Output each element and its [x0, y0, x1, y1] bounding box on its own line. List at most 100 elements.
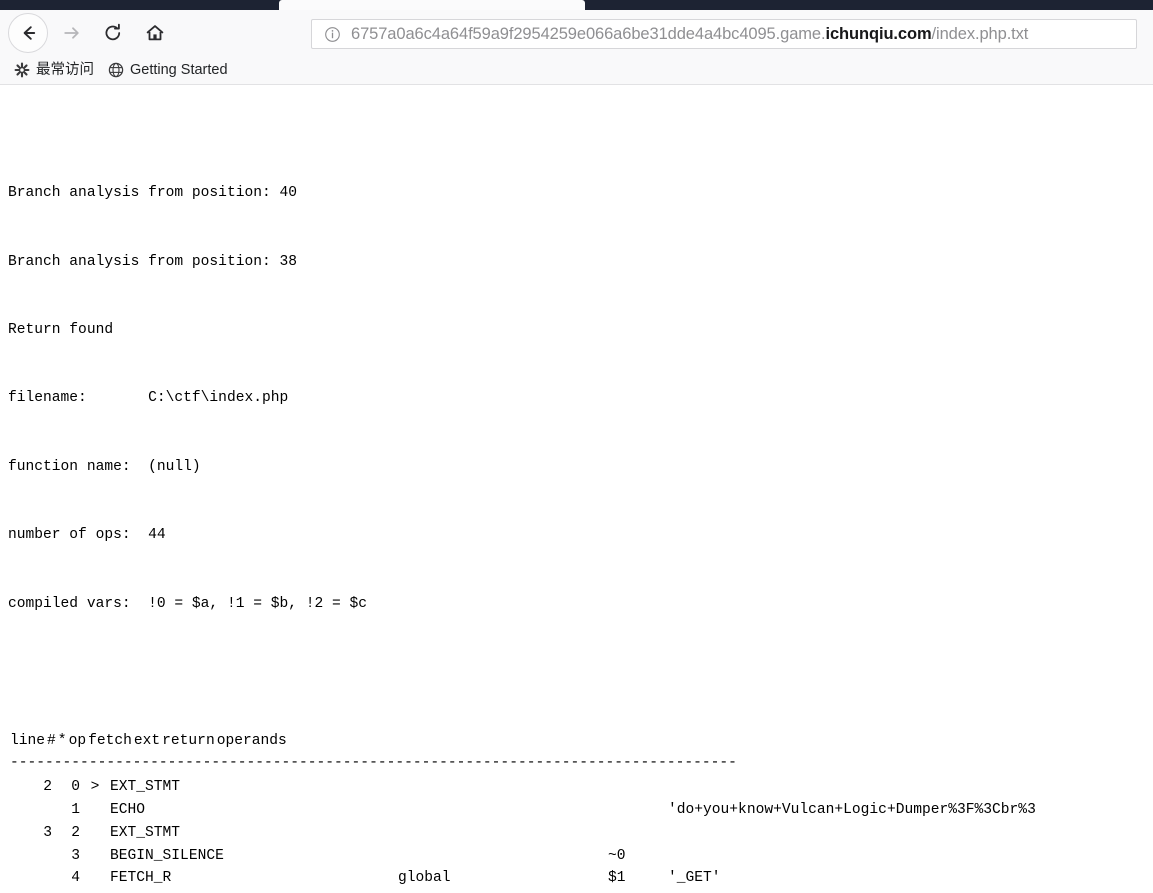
opcode-fetch [398, 776, 568, 799]
opcode-return [608, 799, 668, 822]
opcode-fetch [398, 845, 568, 868]
opcode-marker [80, 799, 110, 822]
opcode-table-header: line # * op fetch ext return operands [8, 729, 288, 754]
opcode-return: ~0 [608, 847, 626, 864]
column-header-op: op [68, 733, 87, 750]
opcode-line [8, 799, 52, 822]
info-circle-icon[interactable] [324, 26, 341, 43]
opcode-marker [80, 822, 110, 845]
table-header-block: line # * op fetch ext return operands --… [8, 729, 1153, 772]
header-line: function name: (null) [8, 458, 201, 475]
opcode-index: 4 [71, 870, 80, 887]
opcode-name: ECHO [110, 801, 146, 818]
back-arrow-icon [17, 22, 39, 44]
opcode-ext [568, 867, 608, 890]
column-header-num: # [47, 733, 56, 750]
opcode-operands [668, 845, 1148, 868]
header-line: compiled vars: !0 = $a, !1 = $b, !2 = $c [8, 595, 368, 612]
opcode-fetch [398, 822, 568, 845]
opcode-line: 2 [43, 779, 52, 796]
opcode-return: $1 [608, 870, 626, 887]
column-header-operands: operands [216, 733, 287, 750]
header-line: Return found [8, 321, 114, 338]
opcode-index: 3 [71, 847, 80, 864]
column-header-return: return [162, 733, 215, 750]
column-header-line: line [10, 733, 46, 750]
opcode-ext [568, 822, 608, 845]
opcode-line [8, 890, 52, 892]
dump-header: Branch analysis from position: 40 Branch… [8, 137, 1153, 661]
opcode-return [608, 776, 668, 799]
opcode-index: 1 [71, 801, 80, 818]
opcode-name: EXT_STMT [110, 824, 181, 841]
opcode-marker [80, 845, 110, 868]
url-path: /index.php.txt [931, 24, 1029, 43]
opcode-name: FETCH_DIM_R [110, 890, 398, 892]
bookmark-label: 最常访问 [36, 61, 94, 78]
url-prefix: 6757a0a6c4a64f59a9f2954259e066a6be31dde4… [351, 24, 826, 43]
opcode-table: 2 0 > EXT_STMT 1 ECHO 'do+you+know+Vulcan+Logi… [8, 776, 1148, 892]
table-header-row: line # * op fetch ext return operands [8, 729, 288, 754]
column-header-ext: ext [133, 733, 161, 750]
opcode-index: 0 [71, 779, 80, 796]
opcode-ext [568, 845, 608, 868]
vld-dump-output: Branch analysis from position: 40 Branch… [0, 85, 1153, 892]
forward-button[interactable] [52, 14, 90, 52]
opcode-name: BEGIN_SILENCE [110, 847, 224, 864]
header-line: filename: C:\ctf\index.php [8, 390, 289, 407]
opcode-fetch: global [398, 870, 451, 887]
opcode-index: 2 [71, 824, 80, 841]
column-header-star: * [57, 733, 67, 750]
opcode-name: FETCH_R [110, 870, 172, 887]
opcode-return [608, 822, 668, 845]
opcode-operands: 'do+you+know+Vulcan+Logic+Dumper%3F%3Cbr… [668, 801, 1036, 818]
header-line: Branch analysis from position: 40 [8, 185, 298, 202]
opcode-operands [668, 822, 1148, 845]
reload-icon [102, 22, 124, 44]
bookmark-most-visited[interactable]: 最常访问 [14, 62, 94, 78]
bookmark-label: Getting Started [130, 61, 228, 78]
table-row: 4 FETCH_R global $1 '_GET' [8, 867, 1148, 890]
table-row: 3 2 EXT_STMT [8, 822, 1148, 845]
table-row: 2 0 > EXT_STMT [8, 776, 1148, 799]
opcode-fetch [398, 890, 568, 892]
opcode-operands [668, 776, 1148, 799]
header-line: number of ops: 44 [8, 527, 166, 544]
column-header-fetch: fetch [88, 733, 132, 750]
table-row: 1 ECHO 'do+you+know+Vulcan+Logic+Dumper%3F… [8, 799, 1148, 822]
home-button[interactable] [136, 14, 174, 52]
opcode-operands: $1, 'flag1' [668, 890, 1148, 892]
table-row: 3 BEGIN_SILENCE ~0 [8, 845, 1148, 868]
bookmarks-bar: 最常访问 Getting Started [0, 56, 1153, 85]
gear-icon [14, 62, 30, 78]
opcode-operands: '_GET' [668, 870, 721, 887]
opcode-index: 5 [52, 890, 80, 892]
browser-chrome: 6757a0a6c4a64f59a9f2954259e066a6be31dde4… [0, 0, 1153, 85]
reload-button[interactable] [94, 14, 132, 52]
home-icon [144, 22, 166, 44]
globe-icon [108, 62, 124, 78]
opcode-ext [568, 890, 608, 892]
table-rule: ----------------------------------------… [10, 755, 737, 772]
url-text: 6757a0a6c4a64f59a9f2954259e066a6be31dde4… [351, 25, 1028, 44]
opcode-fetch [398, 799, 568, 822]
opcode-marker: > [90, 779, 100, 796]
opcode-name: EXT_STMT [110, 779, 181, 796]
bookmark-getting-started[interactable]: Getting Started [108, 62, 228, 78]
back-button[interactable] [8, 13, 48, 53]
forward-arrow-icon [60, 22, 82, 44]
url-bar[interactable]: 6757a0a6c4a64f59a9f2954259e066a6be31dde4… [311, 19, 1137, 49]
opcode-marker [80, 890, 110, 892]
opcode-line [8, 845, 52, 868]
header-line: Branch analysis from position: 38 [8, 253, 298, 270]
opcode-ext [568, 776, 608, 799]
table-row: 5 FETCH_DIM_R $2$1, 'flag1' [8, 890, 1148, 892]
opcode-line: 3 [43, 824, 52, 841]
opcode-marker [80, 867, 110, 890]
url-domain: ichunqiu.com [825, 24, 932, 43]
navigation-toolbar: 6757a0a6c4a64f59a9f2954259e066a6be31dde4… [0, 10, 1153, 56]
opcode-ext [568, 799, 608, 822]
tab-strip[interactable] [0, 0, 1153, 10]
opcode-return: $2 [608, 890, 668, 892]
active-browser-tab[interactable] [279, 0, 585, 10]
